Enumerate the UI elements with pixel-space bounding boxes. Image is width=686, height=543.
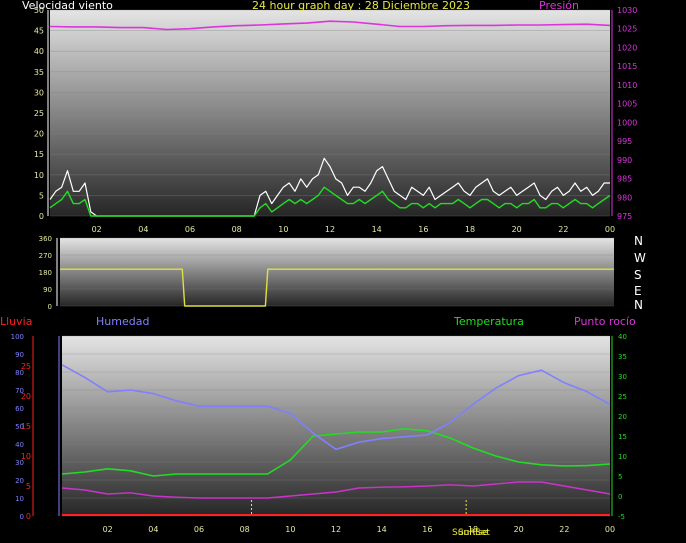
wind-x-tick-label: 04: [138, 225, 148, 234]
pressure-y-tick-label: 985: [617, 175, 632, 184]
humidity-y-tick-label: 0: [20, 513, 24, 521]
humidity-temperature-panel: 01020304050607080901000510152025-5051015…: [11, 333, 627, 534]
wind-speed-label: Velocidad viento: [22, 0, 113, 12]
humidity-x-tick-label: 20: [514, 525, 524, 534]
direction-y-tick-label: 90: [43, 286, 52, 294]
humidity-x-tick-label: 14: [377, 525, 387, 534]
pressure-y-tick-label: 990: [617, 156, 632, 165]
temperature-y-tick-label: 5: [618, 473, 622, 481]
compass-e: E: [634, 284, 642, 298]
pressure-y-tick-label: 1030: [617, 6, 637, 15]
compass-w: W: [634, 251, 646, 265]
wind-x-tick-label: 02: [92, 225, 102, 234]
wind-y-tick-label: 30: [34, 88, 44, 97]
pressure-y-tick-label: 1025: [617, 25, 637, 34]
temperature-y-tick-label: 15: [618, 433, 627, 441]
wind-y-tick-label: 25: [34, 109, 44, 118]
humidity-x-tick-label: 04: [148, 525, 158, 534]
pressure-y-tick-label: 980: [617, 193, 632, 202]
wind-x-tick-label: 00: [605, 225, 615, 234]
wind-y-tick-label: 0: [39, 212, 44, 221]
humidity-x-tick-label: 16: [422, 525, 432, 534]
wind-direction-panel: 0 90 180 270 360: [39, 235, 614, 311]
direction-y-tick-label: 270: [39, 252, 52, 260]
compass-n-bottom: N: [634, 298, 643, 312]
humidity-y-tick-label: 10: [15, 495, 24, 503]
pressure-y-tick-label: 995: [617, 137, 632, 146]
humidity-x-tick-label: 06: [194, 525, 204, 534]
wind-y-tick-label: 40: [34, 47, 44, 56]
humidity-y-tick-label: 90: [15, 351, 24, 359]
rain-y-tick-label: 15: [21, 422, 31, 431]
pressure-y-tick-label: 1000: [617, 118, 637, 127]
pressure-y-tick-label: 975: [617, 212, 632, 221]
wind-y-tick-label: 15: [34, 150, 44, 159]
pressure-y-tick-label: 1015: [617, 62, 637, 71]
pressure-label: Presión: [539, 0, 579, 12]
direction-y-tick-label: 0: [48, 303, 52, 311]
sunset-marker-label: SunSet: [458, 528, 490, 538]
rain-y-tick-label: 25: [21, 362, 31, 371]
direction-y-tick-label: 360: [39, 235, 52, 243]
direction-y-tick-label: 180: [39, 269, 52, 277]
wind-x-tick-label: 08: [232, 225, 242, 234]
temperature-y-tick-label: 40: [618, 333, 627, 341]
compass-s: S: [634, 268, 642, 282]
humidity-y-tick-label: 60: [15, 405, 24, 413]
temperature-y-tick-label: 0: [618, 493, 622, 501]
wind-x-tick-label: 06: [185, 225, 195, 234]
wind-x-tick-label: 14: [372, 225, 382, 234]
temperature-y-tick-label: 35: [618, 353, 627, 361]
wind-y-tick-label: 45: [34, 27, 44, 36]
wind-y-tick-label: 20: [34, 130, 44, 139]
wind-x-tick-label: 18: [465, 225, 475, 234]
humidity-y-tick-label: 100: [11, 333, 24, 341]
humidity-label: Humedad: [96, 315, 150, 328]
humidity-x-tick-label: 10: [285, 525, 295, 534]
compass-n-top: N: [634, 234, 643, 248]
wind-x-tick-label: 16: [418, 225, 428, 234]
dewpoint-label: Punto rocío: [574, 315, 636, 328]
weather-graph-window: 0 5 10 15 20 25 30 35 40 45 50 975 980 985 990 995 1000 1…: [0, 0, 686, 543]
pressure-y-tick-label: 1020: [617, 43, 637, 52]
humidity-x-tick-label: 00: [605, 525, 615, 534]
chart-title: 24 hour graph day : 28 Diciembre 2023: [252, 0, 470, 12]
rain-label: Lluvia: [0, 315, 33, 328]
wind-x-tick-label: 20: [512, 225, 522, 234]
wind-y-tick-label: 10: [34, 171, 44, 180]
weather-chart: 0510152025303540455097598098599099510001…: [11, 6, 638, 534]
wind-x-tick-label: 22: [558, 225, 568, 234]
rain-y-tick-label: 10: [21, 452, 31, 461]
temperature-y-tick-label: 30: [618, 373, 627, 381]
humidity-x-tick-label: 22: [559, 525, 569, 534]
wind-pressure-panel: 0510152025303540455097598098599099510001…: [34, 6, 638, 234]
wind-y-tick-label: 5: [39, 191, 44, 200]
humidity-x-tick-label: 08: [240, 525, 250, 534]
wind-y-tick-label: 35: [34, 68, 44, 77]
temperature-y-tick-label: 20: [618, 413, 627, 421]
temperature-y-tick-label: -5: [618, 513, 625, 521]
wind-x-tick-label: 12: [325, 225, 335, 234]
pressure-y-tick-label: 1005: [617, 100, 637, 109]
rain-y-tick-label: 5: [26, 482, 31, 491]
rain-y-tick-label: 0: [26, 512, 31, 521]
humidity-x-tick-label: 02: [103, 525, 113, 534]
wind-x-tick-label: 10: [278, 225, 288, 234]
humidity-y-tick-label: 40: [15, 441, 24, 449]
temperature-y-tick-label: 25: [618, 393, 627, 401]
pressure-y-tick-label: 1010: [617, 81, 637, 90]
temperature-label: Temperatura: [454, 315, 524, 328]
rain-y-tick-label: 20: [21, 392, 31, 401]
humidity-y-tick-label: 20: [15, 477, 24, 485]
humidity-x-tick-label: 12: [331, 525, 341, 534]
temperature-y-tick-label: 10: [618, 453, 627, 461]
